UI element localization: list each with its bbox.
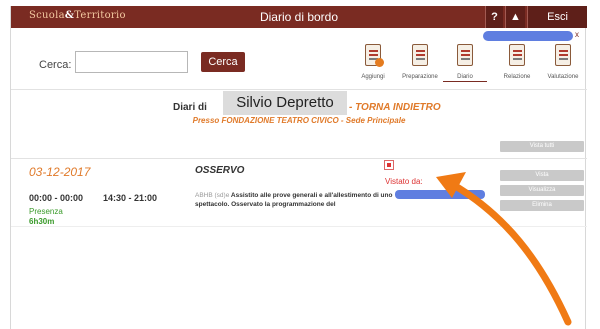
redacted-username (483, 31, 573, 41)
logout-button[interactable]: Esci (527, 6, 587, 28)
nav-label: Relazione (503, 74, 531, 80)
divider (11, 89, 587, 90)
nav-item-relazione[interactable]: Relazione (495, 44, 539, 88)
visualize-button[interactable]: Visualizza (500, 185, 584, 196)
close-user-icon[interactable]: x (575, 30, 579, 39)
report-icon (509, 44, 525, 66)
entry-description: ABHB (sd)e Assistito alle prove generali… (195, 191, 395, 209)
add-badge-icon (375, 58, 384, 67)
pdf-icon[interactable] (384, 160, 394, 170)
entry-date: 03-12-2017 (29, 165, 91, 179)
app-window: Scuola&Territorio Diario di bordo ? ▲ Es… (10, 6, 587, 329)
nav-label: Valutazione (547, 74, 579, 80)
entry-activity: OSSERVO (195, 165, 245, 176)
divider (11, 226, 587, 227)
nav-label: Diario (443, 74, 487, 82)
search-button[interactable]: Cerca (201, 52, 245, 72)
diary-heading: Diari di (173, 102, 207, 113)
user-icon: ▲ (510, 11, 521, 23)
search-label: Cerca: (39, 59, 72, 71)
redacted-reviewer (395, 190, 485, 199)
time-range-2: 14:30 - 21:00 (103, 193, 158, 203)
evaluation-icon (555, 44, 571, 66)
hours-count: 6h30m (29, 217, 55, 226)
preparation-icon (412, 44, 428, 66)
diary-icon (457, 44, 473, 66)
attendance-status: Presenza (29, 207, 63, 216)
nav-label: Aggiungi (361, 74, 385, 80)
nav-item-valutazione[interactable]: Valutazione (541, 44, 585, 88)
nav-item-diario[interactable]: Diario (443, 44, 487, 88)
nav-item-aggiungi[interactable]: Aggiungi (351, 44, 395, 88)
delete-button[interactable]: Elimina (500, 200, 584, 211)
divider (11, 158, 587, 159)
seen-by-label: Vistato da: (385, 177, 423, 186)
top-bar: Scuola&Territorio Diario di bordo ? ▲ Es… (11, 6, 587, 28)
nav-label: Preparazione (402, 74, 438, 80)
help-button[interactable]: ? (485, 6, 503, 28)
search-input[interactable] (75, 51, 188, 73)
nav-item-preparazione[interactable]: Preparazione (398, 44, 442, 88)
student-name-tooltip: Silvio Depretto (223, 91, 347, 115)
back-link[interactable]: - TORNA INDIETRO (349, 102, 441, 113)
user-button[interactable]: ▲ (505, 6, 525, 28)
view-button[interactable]: Vista (500, 170, 584, 181)
view-all-button[interactable]: Vista tutti (500, 141, 584, 152)
location-text: Presso FONDAZIONE TEATRO CIVICO - Sede P… (192, 116, 406, 125)
description-prefix: ABHB (sd)e (195, 192, 230, 199)
time-range-1: 00:00 - 00:00 (29, 193, 84, 203)
